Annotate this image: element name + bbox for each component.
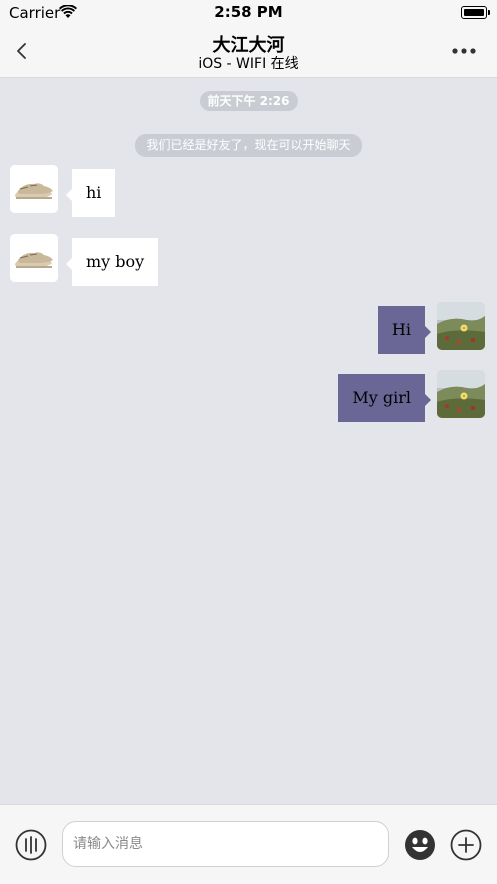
chat-area[interactable]: 前天下午 2:26 我们已经是好友了，现在可以开始聊天 hi my boy Hi… [0, 78, 497, 804]
contact-avatar[interactable] [10, 234, 58, 282]
user-avatar[interactable] [437, 370, 485, 418]
status-bar: Carrier 2:58 PM [0, 0, 497, 26]
outgoing-message-bubble[interactable]: My girl [338, 374, 431, 422]
message-row: My girl [0, 370, 497, 422]
plus-icon[interactable] [450, 829, 482, 861]
message-row: Hi [0, 302, 497, 354]
incoming-message-bubble[interactable]: my boy [65, 238, 159, 286]
contact-avatar[interactable] [10, 165, 58, 213]
emoji-icon[interactable] [404, 829, 436, 861]
battery-icon [461, 6, 490, 19]
outgoing-message-bubble[interactable]: Hi [377, 306, 432, 354]
user-avatar[interactable] [437, 302, 485, 350]
incoming-message-bubble[interactable]: hi [65, 169, 116, 217]
message-input[interactable] [62, 821, 389, 867]
nav-bar: 大江大河 iOS - WIFI 在线 [0, 26, 497, 78]
message-row: my boy [0, 234, 497, 286]
chat-status: iOS - WIFI 在线 [198, 56, 299, 72]
input-bar [0, 804, 497, 884]
voice-icon[interactable] [15, 829, 47, 861]
timestamp-badge: 前天下午 2:26 [199, 91, 298, 111]
system-notice: 我们已经是好友了，现在可以开始聊天 [135, 134, 362, 157]
more-icon[interactable] [449, 38, 479, 64]
status-time: 2:58 PM [214, 3, 283, 21]
message-row: hi [0, 165, 497, 217]
